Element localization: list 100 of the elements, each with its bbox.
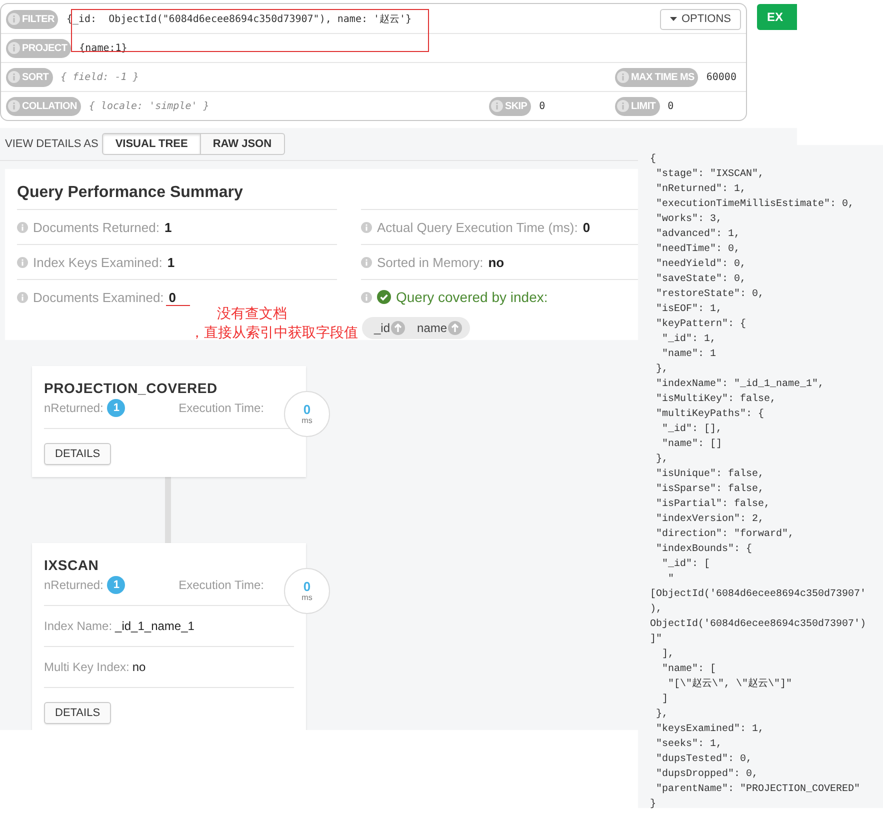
field-value[interactable]: 60000 <box>706 72 736 82</box>
stat-label: Documents Returned: <box>33 220 160 234</box>
options-button[interactable]: OPTIONS <box>660 8 741 30</box>
nreturned-label: nReturned: <box>44 401 104 415</box>
stat-label: Sorted in Memory: <box>377 254 484 270</box>
json-line: "needTime": 0, <box>655 242 742 257</box>
execution-time-label: Execution Time: <box>178 578 264 592</box>
details-button[interactable]: DETAILS <box>44 443 112 465</box>
info-icon <box>491 100 503 112</box>
info-icon <box>8 100 20 112</box>
check-icon <box>377 290 391 304</box>
json-line: "saveState": 0, <box>655 272 748 287</box>
json-line: ] <box>661 692 670 707</box>
json-line: "[\"赵云\", \"赵云\"]" <box>667 677 794 692</box>
json-line: } <box>650 798 658 812</box>
json-line: "isMultiKey": false, <box>655 392 778 407</box>
json-line: "dupsDropped": 0, <box>655 768 760 782</box>
nreturned-badge: 1 <box>107 576 126 594</box>
execution-time-unit: ms <box>302 416 312 425</box>
json-line: [ObjectId('6084d6ecee8694c350d73907' <box>650 588 868 602</box>
field-placeholder[interactable]: { field: -1 } <box>60 72 139 82</box>
json-line: "restoreState": 0, <box>655 288 766 302</box>
info-icon <box>8 71 20 83</box>
field-label: PROJECT <box>6 38 72 58</box>
field-label: MAX TIME MS <box>615 68 698 86</box>
json-line: }, <box>655 452 670 467</box>
stage-name: PROJECTION_COVERED <box>44 380 218 396</box>
json-line: "_id": [ <box>661 558 712 572</box>
json-line: "direction": "forward", <box>655 528 796 542</box>
field-value[interactable]: {name:1} <box>79 42 128 54</box>
annotation-note: 没有查文档 <box>217 305 287 323</box>
json-line: "nReturned": 1, <box>655 182 748 197</box>
stat-value: 1 <box>167 254 175 270</box>
json-line: { <box>650 152 658 167</box>
index-key: name <box>417 321 448 335</box>
field-label: SORT <box>6 68 53 86</box>
info-icon <box>361 256 372 268</box>
json-line: "isSparse": false, <box>655 482 766 497</box>
json-line: }, <box>655 708 670 722</box>
info-icon <box>617 100 629 112</box>
json-line: "_id": 1, <box>661 332 718 347</box>
nreturned-label: nReturned: <box>44 578 104 592</box>
stat-value: 0 <box>582 220 590 234</box>
field-label: SKIP <box>489 96 532 116</box>
json-line: "multiKeyPaths": { <box>655 408 766 422</box>
json-line: "seeks": 1, <box>655 738 724 752</box>
json-line: "_id": [], <box>661 422 724 437</box>
info-icon <box>8 13 20 25</box>
json-line: }, <box>655 362 670 377</box>
json-line: "isUnique": false, <box>655 468 766 482</box>
json-line: ObjectId('6084d6ecee8694c350d73907') <box>650 618 868 632</box>
json-line: "isEOF": 1, <box>655 302 724 317</box>
execution-time-value: 0 <box>303 403 311 416</box>
view-tab[interactable]: VISUAL TREE <box>102 133 201 155</box>
json-line: "advanced": 1, <box>655 228 742 242</box>
info-icon <box>17 256 28 268</box>
json-line: "name": 1 <box>661 348 718 362</box>
arrow-up-icon <box>391 321 406 335</box>
json-line: "isPartial": false, <box>655 498 772 512</box>
json-line: "name": [] <box>661 438 724 452</box>
view-tab[interactable]: RAW JSON <box>200 133 285 155</box>
summary-title: Query Performance Summary <box>17 183 243 203</box>
info-icon <box>8 42 20 54</box>
json-line: "name": [ <box>661 662 718 677</box>
field-value[interactable]: 0 <box>668 100 674 112</box>
json-line: "indexBounds": { <box>655 542 754 557</box>
json-line: ], <box>661 648 676 662</box>
info-icon <box>17 292 28 302</box>
json-line: "indexVersion": 2, <box>655 512 766 527</box>
annotation-note: ，直接从索引中获取字段值 <box>190 324 358 342</box>
execution-time-label: Execution Time: <box>178 401 264 415</box>
detail-value: _id_1_name_1 <box>115 619 194 633</box>
covered-label: Query covered by index: <box>396 289 548 305</box>
info-icon <box>617 71 629 83</box>
stage-name: IXSCAN <box>44 557 100 573</box>
details-button[interactable]: DETAILS <box>44 702 112 724</box>
field-value[interactable]: 0 <box>539 100 546 112</box>
json-line: "parentName": "PROJECTION_COVERED" <box>655 782 862 797</box>
detail-label: Index Name: <box>44 619 112 633</box>
annotation-underline <box>166 305 190 306</box>
json-line: "stage": "IXSCAN", <box>655 168 766 182</box>
index-key: _id <box>374 321 390 335</box>
stat-label: Index Keys Examined: <box>33 254 162 270</box>
stat-value: no <box>488 254 504 270</box>
detail-value: no <box>132 660 146 674</box>
stat-value: 0 <box>168 290 176 304</box>
json-line: " <box>667 572 676 587</box>
execution-time-value: 0 <box>303 580 311 593</box>
detail-label: Multi Key Index: <box>44 660 130 674</box>
field-label: COLLATION <box>6 96 81 116</box>
json-line: "keyPattern": { <box>655 318 748 332</box>
field-placeholder[interactable]: { locale: 'simple' } <box>88 100 210 112</box>
view-details-label: VIEW DETAILS AS <box>5 138 98 150</box>
json-line: "dupsTested": 0, <box>655 752 754 767</box>
json-line: "keysExamined": 1, <box>655 722 766 737</box>
json-line: "executionTimeMillisEstimate": 0, <box>655 198 856 212</box>
json-line: "indexName": "_id_1_name_1", <box>655 378 826 392</box>
info-icon <box>361 222 372 232</box>
info-icon <box>17 222 28 232</box>
stat-value: 1 <box>164 220 172 234</box>
